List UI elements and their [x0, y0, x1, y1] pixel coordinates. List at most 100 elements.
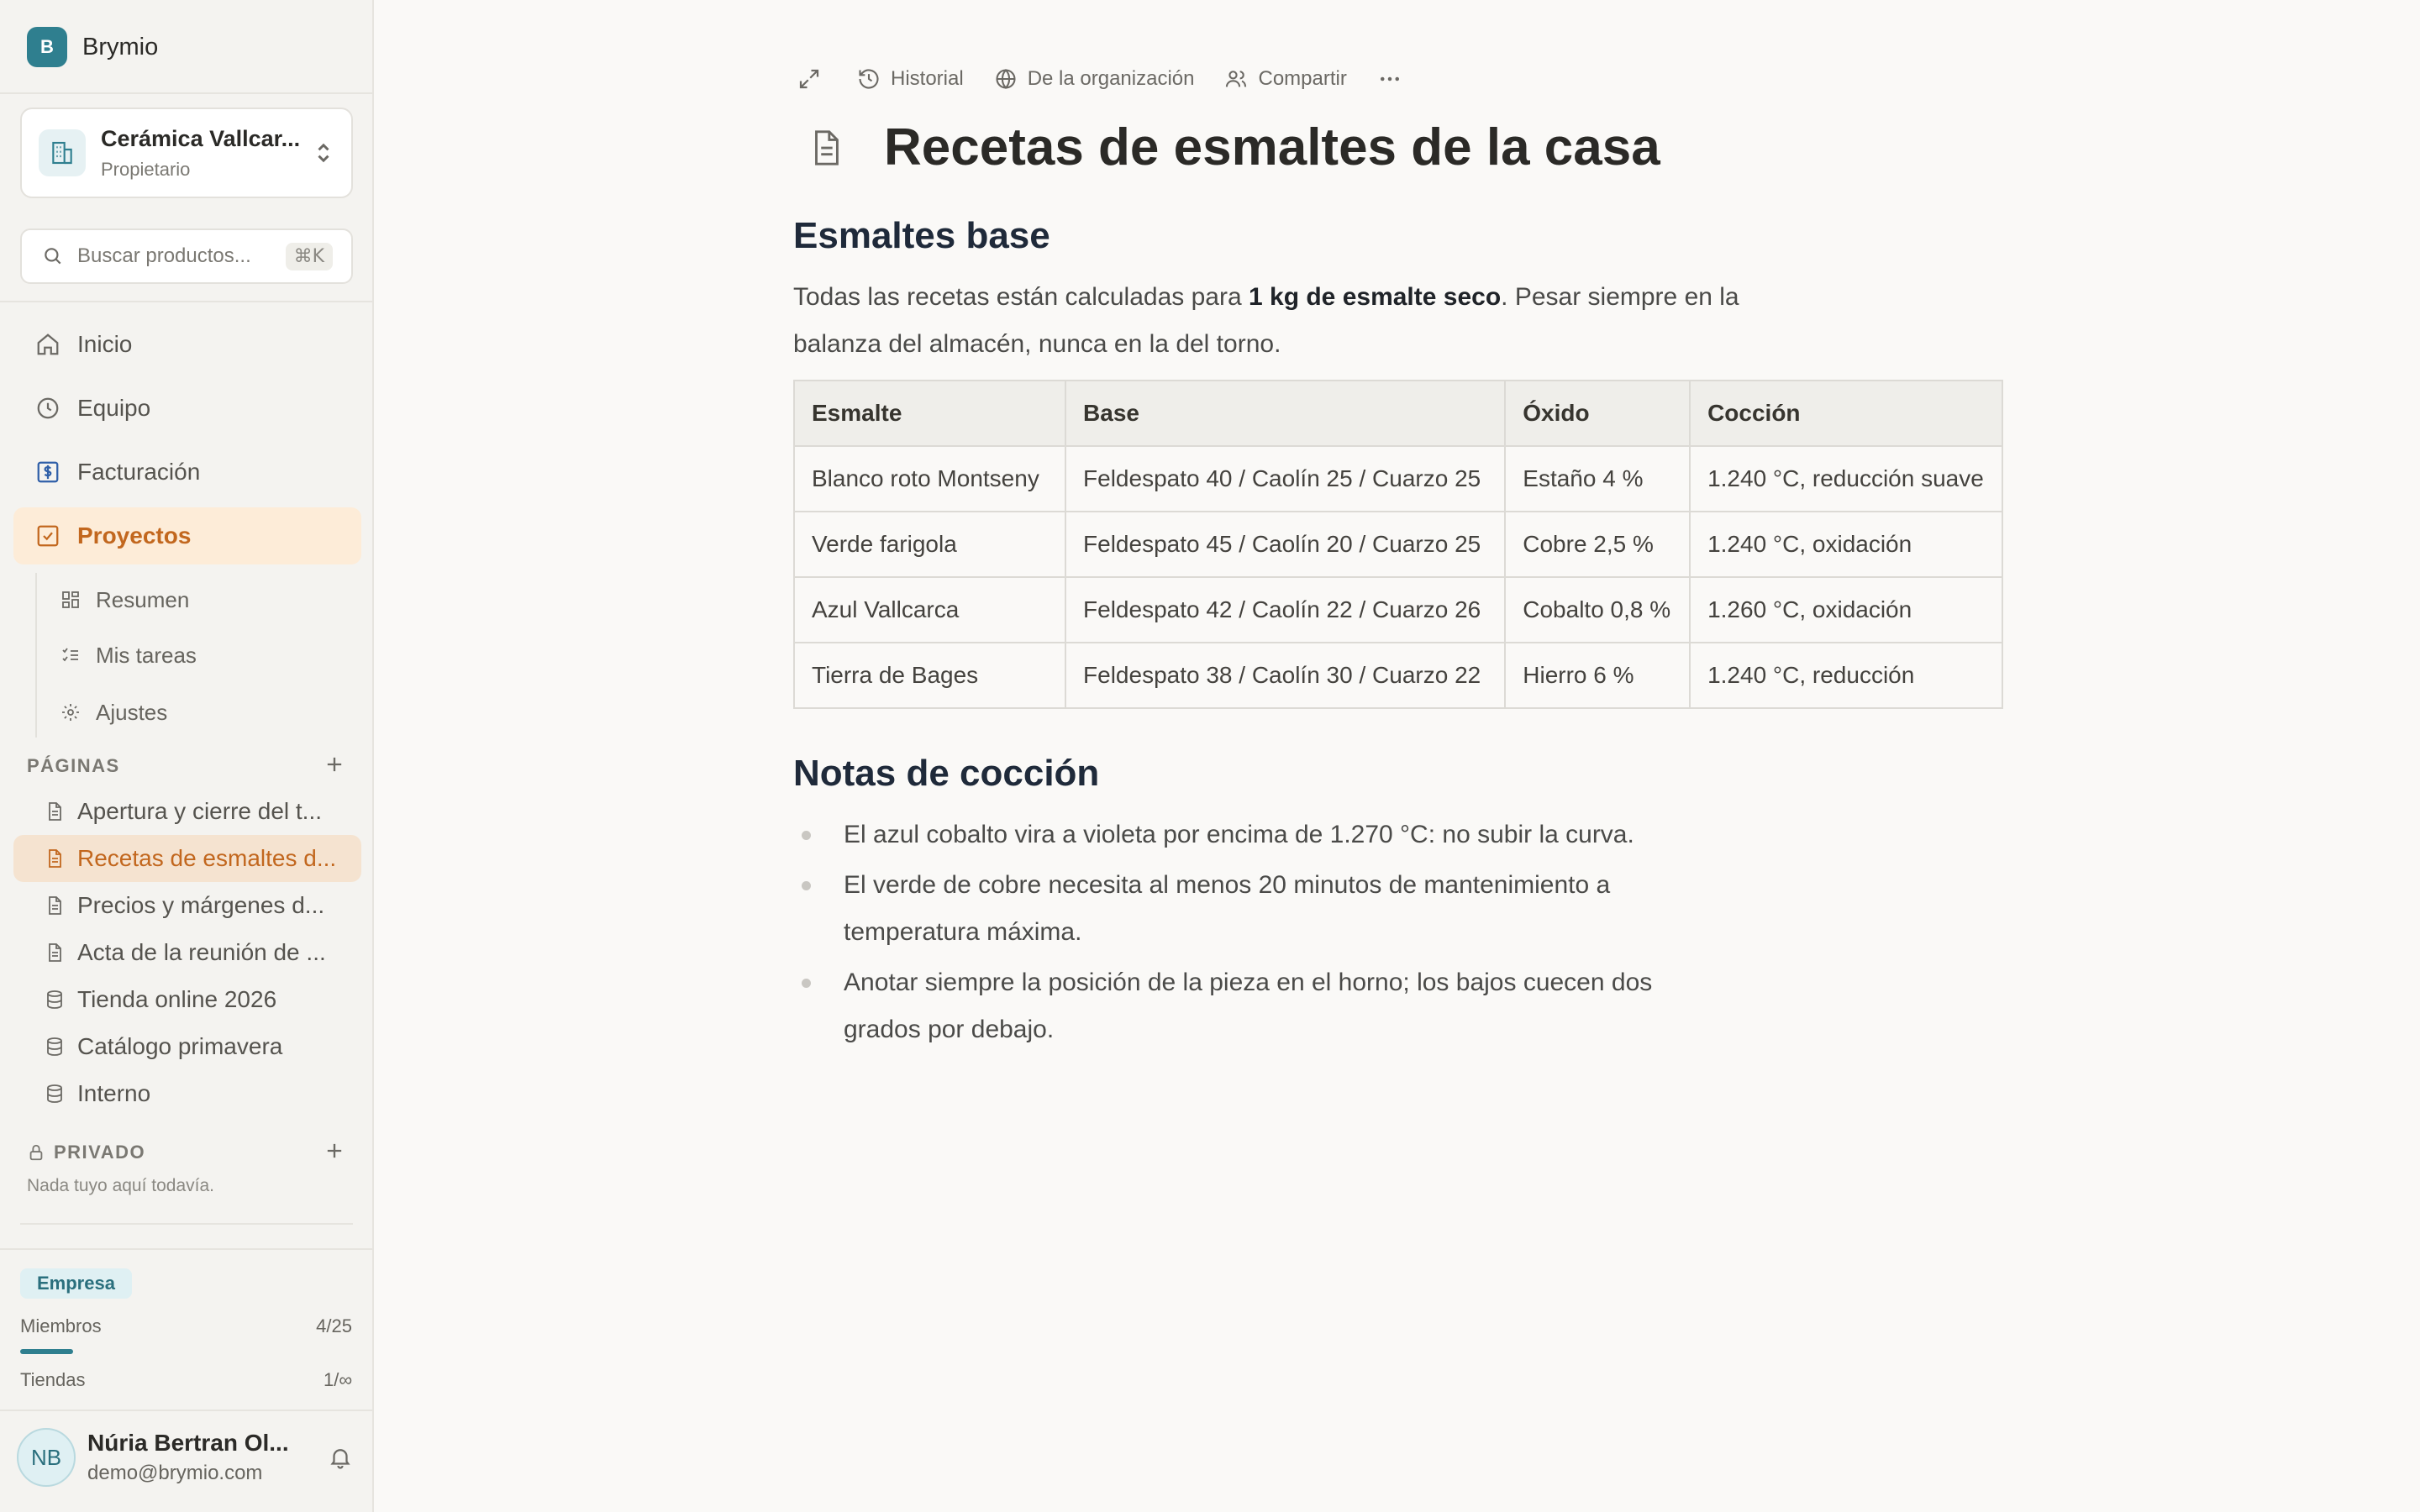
clock-icon [34, 396, 62, 421]
section-heading[interactable]: Esmaltes base [793, 215, 1050, 257]
table-cell[interactable]: Cobre 2,5 % [1504, 511, 1691, 578]
table-cell[interactable]: Feldespato 45 / Caolín 20 / Cuarzo 25 [1065, 511, 1507, 578]
user-email: demo@brymio.com [87, 1462, 263, 1484]
divider [0, 301, 372, 302]
page-item[interactable]: Precios y márgenes d... [13, 882, 361, 929]
divider [0, 1410, 372, 1411]
members-progress-fill [20, 1349, 74, 1354]
expand-button[interactable] [797, 66, 822, 92]
table-cell[interactable]: 1.240 °C, reducción [1689, 642, 2003, 709]
members-progress [20, 1349, 353, 1354]
brand[interactable]: B Brymio [27, 27, 158, 67]
table-cell[interactable]: 1.260 °C, oxidación [1689, 576, 2003, 643]
lock-icon [27, 1142, 45, 1163]
subnav-item-resumen[interactable]: Resumen [60, 576, 189, 623]
page-item-active[interactable]: Recetas de esmaltes d... [13, 835, 361, 882]
intro-text: Todas las recetas están calculadas para [793, 283, 1249, 311]
nav-item-inicio[interactable]: Inicio [13, 316, 361, 373]
table-header-cell[interactable]: Óxido [1504, 380, 1691, 447]
table-cell[interactable]: Feldespato 38 / Caolín 30 / Cuarzo 22 [1065, 642, 1507, 709]
database-label: Tienda online 2026 [77, 986, 277, 1012]
database-item[interactable]: Tienda online 2026 [13, 976, 361, 1023]
share-button[interactable]: Compartir [1224, 67, 1347, 91]
nav-item-equipo[interactable]: Equipo [13, 380, 361, 437]
nav-item-proyectos[interactable]: Proyectos [13, 507, 361, 564]
subnav-item-mis-tareas[interactable]: Mis tareas [60, 632, 197, 679]
database-label: Interno [77, 1080, 151, 1106]
visibility-button[interactable]: De la organización [994, 67, 1194, 91]
table-header-cell[interactable]: Cocción [1689, 380, 2003, 447]
table-cell[interactable]: 1.240 °C, oxidación [1689, 511, 2003, 578]
page-icon [44, 801, 66, 822]
section-heading[interactable]: Notas de cocción [793, 753, 1099, 795]
page-label: Recetas de esmaltes d... [77, 845, 337, 871]
search-placeholder: Buscar productos... [77, 244, 251, 267]
home-icon [34, 332, 62, 357]
checklist-icon [60, 645, 81, 665]
more-icon [1377, 66, 1402, 92]
bullet-dot [802, 979, 811, 988]
stores-label: Tiendas [20, 1369, 86, 1390]
list-item-text: El azul cobalto vira a violeta por encim… [844, 821, 1634, 848]
page-title[interactable]: Recetas de esmaltes de la casa [884, 118, 1660, 177]
pages-section-header: PÁGINAS [27, 749, 346, 783]
page-item[interactable]: Acta de la reunión de ... [13, 929, 361, 976]
table-header-cell[interactable]: Base [1065, 380, 1507, 447]
table-cell[interactable]: Verde farigola [792, 511, 1067, 578]
list-item[interactable]: El verde de cobre necesita al menos 20 m… [793, 862, 1734, 956]
pages-section-title: PÁGINAS [27, 755, 120, 776]
subnav-item-ajustes[interactable]: Ajustes [60, 689, 167, 736]
history-button[interactable]: Historial [857, 67, 964, 91]
table-cell[interactable]: Feldespato 40 / Caolín 25 / Cuarzo 25 [1065, 445, 1507, 512]
history-label: Historial [891, 67, 964, 90]
nav-label: Equipo [77, 395, 151, 421]
table-cell[interactable]: Azul Vallcarca [792, 576, 1067, 643]
org-role: Propietario [101, 158, 191, 180]
add-private-icon[interactable] [323, 1139, 346, 1163]
database-icon [44, 989, 66, 1011]
list-item[interactable]: El azul cobalto vira a violeta por encim… [793, 811, 1734, 858]
divider [0, 1248, 372, 1250]
user-menu[interactable]: NB Núria Bertran Ol... demo@brymio.com [17, 1428, 353, 1487]
search-input[interactable]: Buscar productos... ⌘K [20, 228, 353, 284]
table-header-cell[interactable]: Esmalte [792, 380, 1067, 447]
nav-item-facturacion[interactable]: Facturación [13, 444, 361, 501]
expand-icon [797, 66, 822, 92]
bullet-dot [802, 831, 811, 840]
list-item-text: El verde de cobre necesita al menos 20 m… [844, 871, 1611, 946]
notes-list: El azul cobalto vira a violeta por encim… [793, 811, 1734, 1057]
globe-icon [994, 67, 1018, 91]
nav-label: Inicio [77, 331, 133, 357]
table-cell[interactable]: Feldespato 42 / Caolín 22 / Cuarzo 26 [1065, 576, 1507, 643]
page-item[interactable]: Apertura y cierre del t... [13, 788, 361, 835]
intro-paragraph[interactable]: Todas las recetas están calculadas para … [793, 274, 1751, 368]
database-icon [44, 1083, 66, 1105]
table-cell[interactable]: Cobalto 0,8 % [1504, 576, 1691, 643]
subnav-label: Ajustes [96, 699, 168, 725]
table-cell[interactable]: Tierra de Bages [792, 642, 1067, 709]
glaze-table: Esmalte Base Óxido Cocción Blanco roto M… [792, 380, 2003, 709]
nav-label: Proyectos [77, 522, 192, 549]
database-item[interactable]: Interno [13, 1070, 361, 1117]
database-item[interactable]: Catálogo primavera [13, 1023, 361, 1070]
nav-label: Facturación [77, 459, 201, 485]
table-cell[interactable]: 1.240 °C, reducción suave [1689, 445, 2003, 512]
table-cell[interactable]: Estaño 4 % [1504, 445, 1691, 512]
table-cell[interactable]: Hierro 6 % [1504, 642, 1691, 709]
table-row: Verde farigola Feldespato 45 / Caolín 20… [792, 511, 2003, 578]
add-page-icon[interactable] [323, 753, 346, 776]
table-cell[interactable]: Blanco roto Montseny [792, 445, 1067, 512]
list-item[interactable]: Anotar siempre la posición de la pieza e… [793, 959, 1734, 1053]
search-icon [42, 245, 64, 267]
more-options-button[interactable] [1377, 66, 1402, 92]
history-icon [857, 67, 881, 91]
bell-icon[interactable] [328, 1445, 353, 1470]
plan-badge: Empresa [20, 1268, 132, 1299]
private-section-header: PRIVADO [27, 1136, 346, 1169]
intro-bold: 1 kg de esmalte seco [1248, 283, 1502, 311]
subnav-line [35, 573, 37, 738]
doc-title-row: Recetas de esmaltes de la casa [807, 118, 1660, 177]
page-icon [807, 126, 845, 170]
org-switcher[interactable]: Cerámica Vallcar... Propietario [20, 108, 353, 198]
page-label: Acta de la reunión de ... [77, 939, 326, 965]
